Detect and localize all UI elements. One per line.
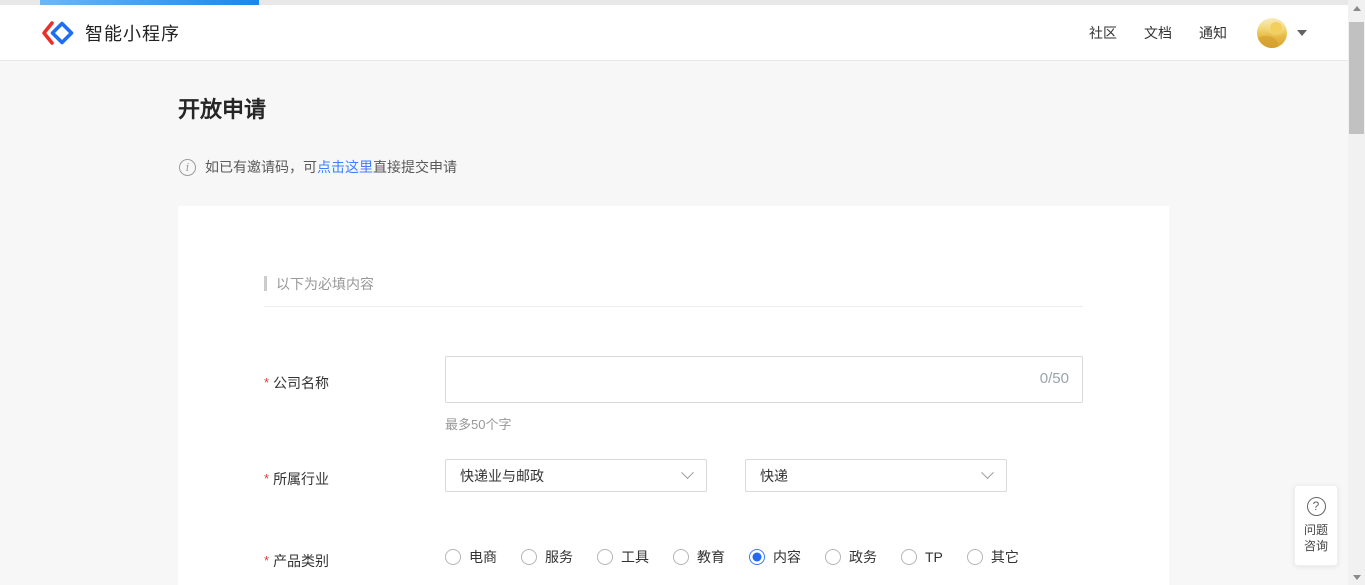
page-loading-track [0, 0, 1348, 5]
radio-option-label: 政务 [849, 547, 877, 567]
radio-option-0[interactable]: 电商 [445, 547, 497, 567]
help-label-line2: 咨询 [1304, 538, 1328, 554]
required-mark: * [264, 375, 269, 390]
chevron-down-icon [981, 466, 994, 479]
radio-circle-icon[interactable] [445, 549, 461, 565]
radio-option-label: 电商 [469, 547, 497, 567]
industry-primary-select[interactable]: 快递业与邮政 [445, 459, 707, 492]
help-label-line1: 问题 [1304, 522, 1328, 538]
radio-option-label: 教育 [697, 547, 725, 567]
radio-circle-icon[interactable] [673, 549, 689, 565]
radio-option-label: TP [925, 549, 943, 565]
vertical-scrollbar[interactable] [1348, 0, 1365, 585]
section-divider [264, 306, 1083, 307]
industry-secondary-select[interactable]: 快递 [745, 459, 1007, 492]
info-icon: i [179, 159, 196, 176]
radio-option-label: 工具 [621, 547, 649, 567]
chevron-down-icon[interactable] [1297, 30, 1307, 36]
radio-option-1[interactable]: 服务 [521, 547, 573, 567]
radio-option-label: 其它 [991, 547, 1019, 567]
scrollbar-up-arrow[interactable] [1348, 0, 1365, 16]
radio-option-2[interactable]: 工具 [597, 547, 649, 567]
page-title: 开放申请 [178, 92, 266, 124]
radio-circle-icon[interactable] [967, 549, 983, 565]
industry-label: *所属行业 [264, 469, 329, 489]
help-widget[interactable]: ? 问题 咨询 [1294, 485, 1338, 566]
invite-code-notice: i 如已有邀请码，可点击这里直接提交申请 [179, 157, 457, 177]
company-name-hint: 最多50个字 [445, 414, 511, 433]
required-mark: * [264, 553, 269, 568]
triangle-up-icon [1353, 6, 1361, 11]
nav-notifications[interactable]: 通知 [1199, 23, 1227, 43]
nav-docs[interactable]: 文档 [1144, 23, 1172, 43]
notice-text-suffix: 直接提交申请 [373, 157, 457, 177]
product-category-radio-group: 电商 服务 工具 教育 内容 政务 TP 其它 [445, 547, 1019, 567]
app-title: 智能小程序 [85, 20, 180, 46]
notice-text-prefix: 如已有邀请码，可 [205, 157, 317, 177]
scrollbar-thumb[interactable] [1349, 22, 1364, 134]
radio-option-4[interactable]: 内容 [749, 547, 801, 567]
section-marker-bar [264, 276, 267, 291]
application-form-card: 以下为必填内容 *公司名称 0/50 最多50个字 *所属行业 快递业与邮政 快… [178, 206, 1169, 585]
page-loading-bar [40, 0, 259, 5]
company-name-field: 0/50 [445, 356, 1083, 403]
required-mark: * [264, 471, 269, 486]
radio-circle-icon[interactable] [521, 549, 537, 565]
app-logo[interactable]: 智能小程序 [41, 20, 180, 46]
logo-icon [41, 20, 75, 46]
section-title: 以下为必填内容 [276, 274, 374, 294]
radio-option-6[interactable]: TP [901, 549, 943, 565]
radio-option-7[interactable]: 其它 [967, 547, 1019, 567]
radio-circle-icon[interactable] [597, 549, 613, 565]
top-header: 智能小程序 社区 文档 通知 [0, 5, 1348, 61]
radio-option-label: 内容 [773, 547, 801, 567]
radio-option-label: 服务 [545, 547, 573, 567]
avatar[interactable] [1257, 18, 1287, 48]
chevron-down-icon [681, 466, 694, 479]
radio-circle-icon[interactable] [749, 549, 765, 565]
industry-primary-value: 快递业与邮政 [460, 466, 683, 486]
radio-circle-icon[interactable] [825, 549, 841, 565]
company-name-label: *公司名称 [264, 373, 329, 393]
triangle-down-icon [1353, 575, 1361, 580]
radio-option-3[interactable]: 教育 [673, 547, 725, 567]
main-content: 开放申请 i 如已有邀请码，可点击这里直接提交申请 以下为必填内容 *公司名称 … [0, 62, 1348, 585]
nav-community[interactable]: 社区 [1089, 23, 1117, 43]
radio-option-5[interactable]: 政务 [825, 547, 877, 567]
click-here-link[interactable]: 点击这里 [317, 157, 373, 177]
company-name-input[interactable] [445, 356, 1083, 403]
radio-circle-icon[interactable] [901, 549, 917, 565]
question-mark-icon: ? [1307, 497, 1326, 516]
product-category-label: *产品类别 [264, 551, 329, 571]
industry-secondary-value: 快递 [760, 466, 983, 486]
scrollbar-down-arrow[interactable] [1348, 569, 1365, 585]
